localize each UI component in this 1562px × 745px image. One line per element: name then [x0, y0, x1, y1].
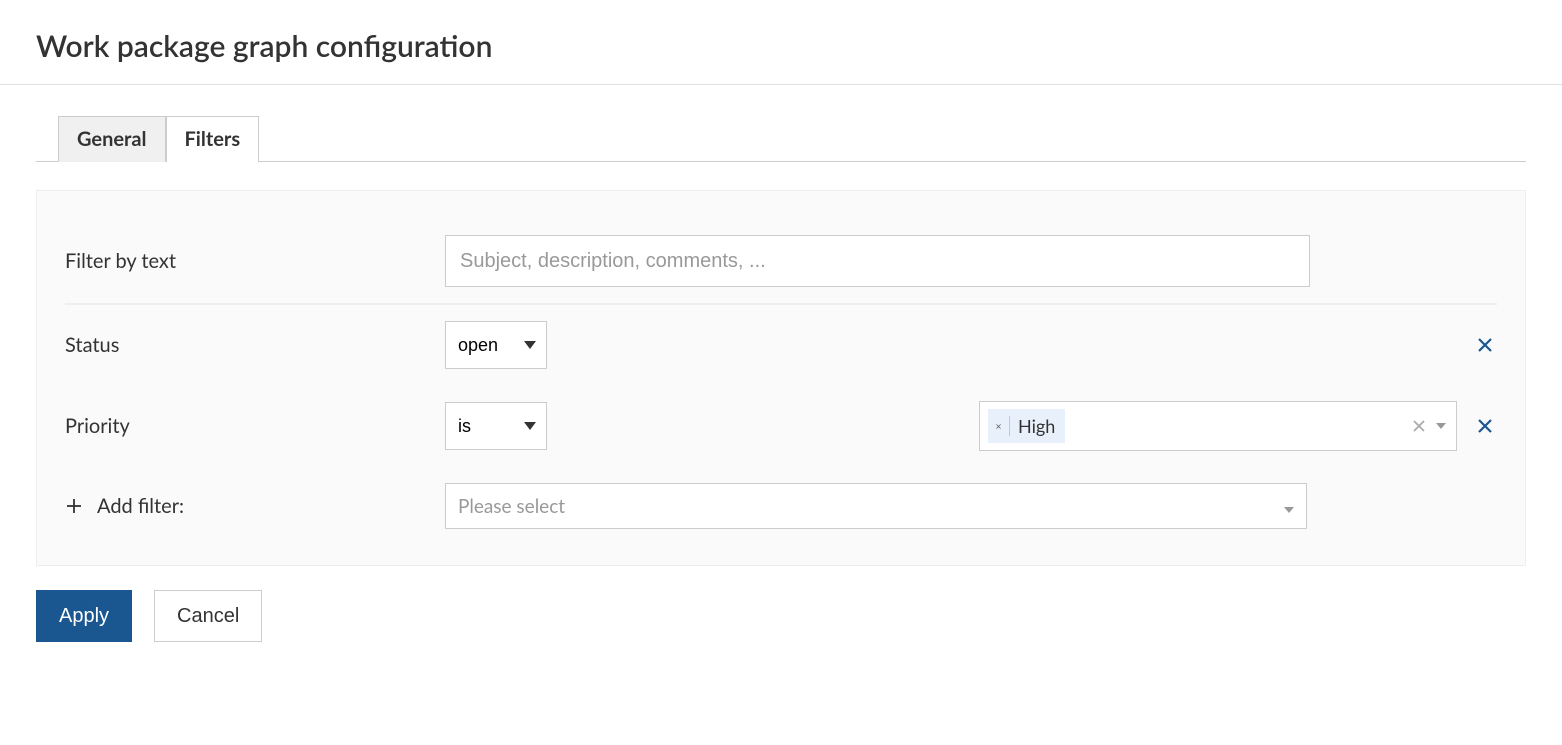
- dialog-button-row: Apply Cancel: [0, 566, 1562, 666]
- remove-tag-high-button[interactable]: [996, 416, 1010, 436]
- add-filter-caret-icon: [1284, 495, 1294, 518]
- add-filter-label-area: Add filter:: [65, 494, 445, 518]
- dialog-header: Work package graph configuration: [0, 0, 1562, 85]
- filter-row-status: Status open: [65, 304, 1497, 385]
- cancel-button[interactable]: Cancel: [154, 590, 262, 642]
- tab-general[interactable]: General: [58, 116, 166, 162]
- add-filter-label: Add filter:: [97, 494, 184, 518]
- apply-button[interactable]: Apply: [36, 590, 132, 642]
- priority-value-multiselect[interactable]: High: [979, 401, 1457, 451]
- clear-priority-values-button[interactable]: [1412, 419, 1426, 433]
- remove-priority-filter-button[interactable]: [1473, 414, 1497, 438]
- filter-row-add: Add filter: Please select: [65, 467, 1497, 545]
- priority-tag-label: High: [1018, 415, 1055, 437]
- filter-text-input[interactable]: [445, 235, 1310, 287]
- filter-label-status: Status: [65, 333, 445, 357]
- priority-operator-select[interactable]: is: [445, 402, 547, 450]
- text-filter-controls: [445, 235, 1497, 287]
- dialog-title: Work package graph configuration: [36, 28, 1526, 64]
- filters-panel: Filter by text Status open Priority: [36, 190, 1526, 566]
- add-filter-placeholder: Please select: [458, 495, 565, 518]
- priority-dropdown-caret-icon[interactable]: [1434, 423, 1448, 429]
- priority-tag-high: High: [988, 409, 1065, 443]
- priority-controls: is High: [445, 401, 1457, 451]
- graph-config-dialog: Work package graph configuration General…: [0, 0, 1562, 666]
- filter-label-priority: Priority: [65, 414, 445, 438]
- remove-status-filter-button[interactable]: [1473, 333, 1497, 357]
- filter-label-text: Filter by text: [65, 249, 445, 273]
- add-filter-controls: Please select: [445, 483, 1457, 529]
- status-operator-select[interactable]: open: [445, 321, 547, 369]
- tabs-bar: General Filters: [36, 85, 1526, 162]
- tab-filters[interactable]: Filters: [166, 116, 260, 162]
- filter-row-text: Filter by text: [65, 219, 1497, 304]
- plus-icon: [65, 497, 83, 515]
- filter-row-priority: Priority is High: [65, 385, 1497, 467]
- add-filter-select[interactable]: Please select: [445, 483, 1307, 529]
- status-controls: open: [445, 321, 1457, 369]
